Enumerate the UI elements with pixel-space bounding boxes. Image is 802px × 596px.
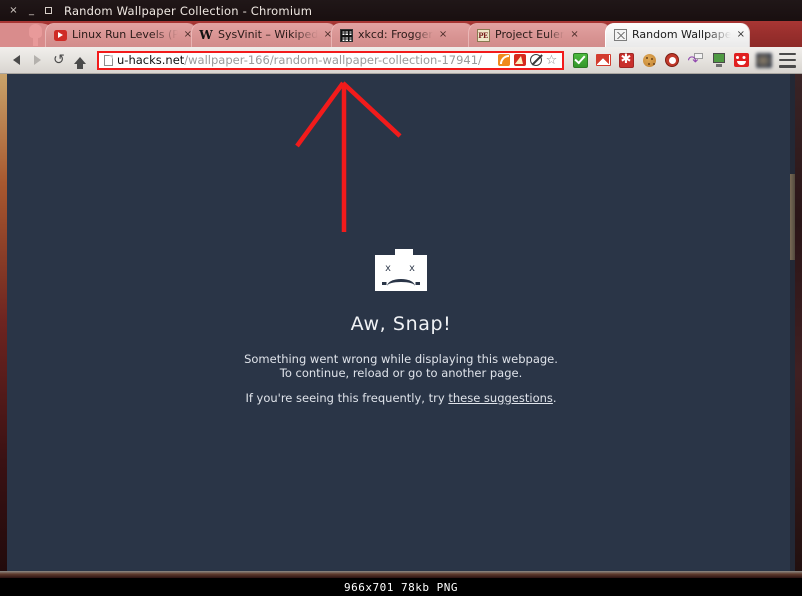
- window-controls: × _: [6, 5, 52, 16]
- tab-strip: Linux Run Levels (Pa × W SysVinit – Wiki…: [0, 21, 802, 47]
- sad-folder-icon: x x: [375, 249, 427, 291]
- crash-message-line-3: If you're seeing this frequently, try th…: [7, 391, 795, 406]
- crash-message-line-1: Something went wrong while displaying th…: [244, 352, 558, 366]
- adblock-icon[interactable]: [664, 52, 680, 68]
- tab-list: Linux Run Levels (Pa × W SysVinit – Wiki…: [45, 23, 750, 47]
- window-close-button[interactable]: ×: [9, 5, 18, 16]
- wikipedia-icon: W: [199, 27, 213, 42]
- window-maximize-button[interactable]: [45, 7, 52, 14]
- reload-icon[interactable]: ↻: [48, 50, 69, 71]
- tab-xkcd-frogger[interactable]: xkcd: Frogger ×: [331, 23, 474, 47]
- sad-folder-eye-right: x: [408, 263, 416, 274]
- back-arrow-icon[interactable]: [6, 50, 27, 71]
- noscript-icon[interactable]: [529, 54, 542, 67]
- sad-folder-eye-left: x: [384, 263, 392, 274]
- forward-arrow-icon[interactable]: [27, 50, 48, 71]
- these-suggestions-link[interactable]: these suggestions: [448, 391, 553, 405]
- tab-sysvinit-wikipedia[interactable]: W SysVinit – Wikipedia ×: [191, 23, 337, 47]
- window-minimize-button[interactable]: _: [27, 5, 36, 16]
- gmail-checker-icon[interactable]: [595, 52, 611, 68]
- scrollbar-thumb[interactable]: [790, 174, 795, 260]
- tab-title: Linux Run Levels (Pa: [72, 28, 178, 41]
- window-title: Random Wallpaper Collection - Chromium: [64, 3, 313, 18]
- crash-page-content: x x Aw, Snap! Something went wrong while…: [7, 249, 795, 406]
- monitor-extension-icon[interactable]: [710, 52, 726, 68]
- tab-close-button[interactable]: ×: [439, 30, 447, 40]
- tab-project-euler[interactable]: PE Project Euler ×: [468, 23, 611, 47]
- window-frame-left: [0, 74, 7, 571]
- screenshot-root: × _ Random Wallpaper Collection - Chromi…: [0, 0, 802, 596]
- hamburger-menu-icon[interactable]: [779, 52, 796, 68]
- broken-image-icon: [613, 28, 627, 42]
- tab-linux-run-levels[interactable]: Linux Run Levels (Pa ×: [45, 23, 197, 47]
- xkcd-icon: [339, 28, 353, 42]
- checkmark-extension-icon[interactable]: [572, 52, 588, 68]
- cookie-manager-icon[interactable]: [641, 52, 657, 68]
- flash-block-icon[interactable]: [513, 54, 526, 67]
- page-title: Aw, Snap!: [350, 313, 452, 335]
- tab-title: SysVinit – Wikipedia: [218, 28, 318, 41]
- url-host: u-hacks.net: [117, 52, 185, 67]
- tab-title: Random Wallpaper C: [632, 28, 731, 41]
- extension-icon-bar: ✱ ↷: [569, 52, 772, 68]
- rss-feed-icon[interactable]: [497, 54, 510, 67]
- image-info-caption: 966x701 78kb PNG: [344, 580, 458, 594]
- url-path: /wallpaper-166/random-wallpaper-collecti…: [184, 52, 482, 67]
- smiley-face-extension-icon[interactable]: [733, 52, 749, 68]
- tab-random-wallpaper-collection[interactable]: Random Wallpaper C ×: [605, 23, 750, 47]
- youtube-icon: [53, 28, 67, 42]
- omnibox-icons: ☆: [497, 54, 559, 67]
- window-frame-right: [795, 74, 802, 571]
- home-icon[interactable]: [69, 50, 90, 71]
- tab-close-button[interactable]: ×: [737, 30, 745, 40]
- project-euler-icon: PE: [476, 28, 490, 42]
- browser-window: × _ Random Wallpaper Collection - Chromi…: [0, 0, 802, 578]
- sad-folder-mouth-corners: [382, 282, 420, 285]
- crash-suggestion-suffix: .: [552, 391, 557, 405]
- asterisk-extension-icon[interactable]: ✱: [618, 52, 634, 68]
- crash-message: Something went wrong while displaying th…: [7, 352, 795, 406]
- url-text: u-hacks.net/wallpaper-166/random-wallpap…: [117, 53, 497, 68]
- page-viewport: x x Aw, Snap! Something went wrong while…: [7, 74, 795, 571]
- tab-title: Project Euler: [495, 28, 565, 41]
- crash-suggestion-prefix: If you're seeing this frequently, try: [245, 391, 449, 405]
- tab-close-button[interactable]: ×: [570, 30, 578, 40]
- page-document-icon: [104, 54, 113, 66]
- crash-message-line-2: To continue, reload or go to another pag…: [279, 365, 523, 380]
- blurred-extension-icon[interactable]: [756, 52, 772, 68]
- footer-caption-bar: 966x701 78kb PNG: [0, 578, 802, 596]
- sync-page-icon[interactable]: ↷: [687, 52, 703, 68]
- bookmark-star-icon[interactable]: ☆: [545, 54, 558, 67]
- browser-toolbar: ↻ u-hacks.net/wallpaper-166/random-wallp…: [0, 47, 802, 74]
- window-frame-bottom: [0, 571, 802, 578]
- tab-title: xkcd: Frogger: [358, 28, 433, 41]
- window-titlebar: × _ Random Wallpaper Collection - Chromi…: [0, 0, 802, 21]
- address-bar[interactable]: u-hacks.net/wallpaper-166/random-wallpap…: [97, 50, 564, 70]
- page-scrollbar[interactable]: [790, 74, 795, 571]
